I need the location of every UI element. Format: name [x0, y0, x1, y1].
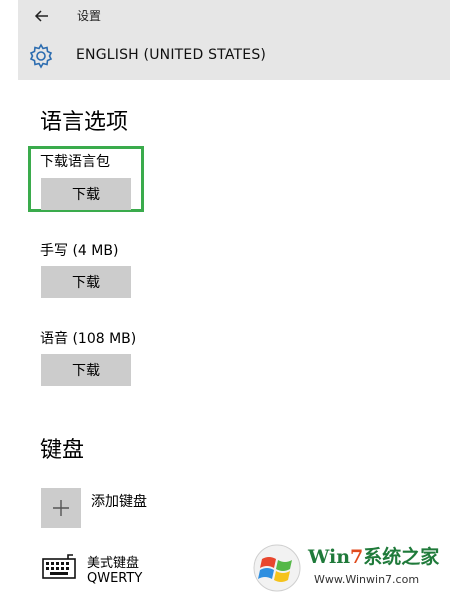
- language-pack-label: 下载语言包: [40, 154, 110, 170]
- add-keyboard-label[interactable]: 添加键盘: [91, 491, 147, 511]
- handwriting-label: 手写 (4 MB): [40, 243, 119, 259]
- speech-label: 语音 (108 MB): [40, 331, 137, 347]
- watermark-brand: Win7系统之家: [308, 546, 440, 568]
- back-arrow-icon[interactable]: [32, 6, 52, 26]
- language-name: ENGLISH (UNITED STATES): [76, 47, 267, 63]
- keyboard-name[interactable]: 美式键盘: [87, 552, 139, 571]
- download-speech-button[interactable]: 下载: [41, 354, 131, 386]
- download-language-pack-button[interactable]: 下载: [41, 178, 131, 210]
- keyboard-icon: [42, 554, 76, 579]
- language-options-heading: 语言选项: [40, 110, 129, 135]
- keyboard-layout: QWERTY: [87, 571, 143, 586]
- windows-logo-icon: [253, 544, 301, 592]
- settings-header: 设置 ENGLISH (UNITED STATES): [18, 0, 450, 80]
- plus-icon: [53, 500, 69, 516]
- page-title: 设置: [77, 9, 102, 23]
- add-keyboard-button[interactable]: [41, 488, 81, 528]
- gear-icon: [29, 43, 53, 69]
- watermark-url: Www.Winwin7.com: [314, 573, 420, 586]
- watermark: Win7系统之家 Www.Winwin7.com: [250, 540, 450, 595]
- download-handwriting-button[interactable]: 下载: [41, 266, 131, 298]
- keyboard-heading: 键盘: [40, 438, 85, 463]
